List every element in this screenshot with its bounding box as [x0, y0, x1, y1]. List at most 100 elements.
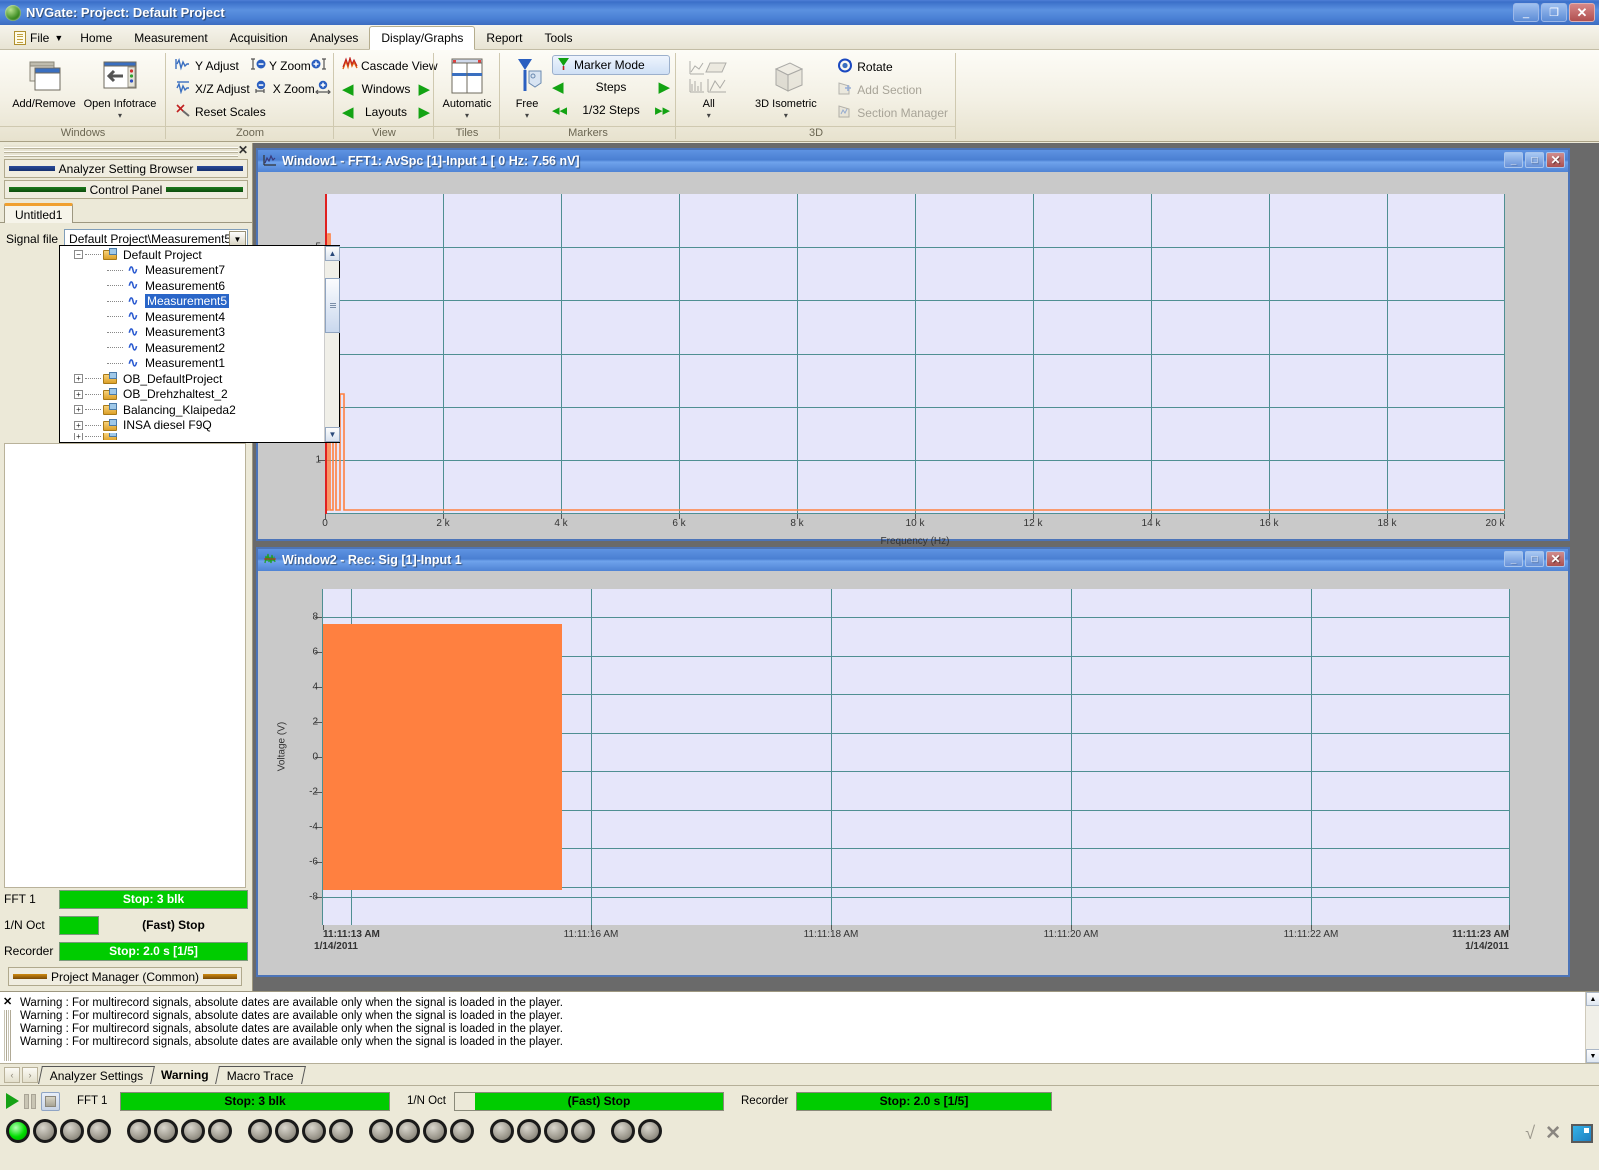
menu-item-file[interactable]: File ▼ — [8, 27, 69, 49]
fft-plot-area[interactable]: 5 1 0 2 k 4 k 6 k 8 k 10 k 12 k 14 k 16 … — [315, 194, 1505, 529]
expand-icon[interactable]: + — [74, 374, 83, 384]
xz-adjust-button[interactable]: X/Z Adjust — [172, 77, 252, 100]
close-button[interactable]: ✕ — [1569, 3, 1595, 22]
automatic-tiles-button[interactable]: Automatic ▾ — [440, 54, 494, 120]
output-scrollbar[interactable]: ▲ ▼ — [1585, 992, 1599, 1063]
zoom-out-icon[interactable] — [250, 57, 266, 74]
tree-node-balancing-klaipeda2[interactable]: + Balancing_Klaipeda2 — [60, 402, 324, 418]
scroll-thumb[interactable] — [325, 278, 340, 333]
play-icon[interactable] — [6, 1093, 19, 1109]
cascade-view-button[interactable]: Cascade View — [340, 54, 438, 77]
add-remove-button[interactable]: Add/Remove — [6, 54, 82, 110]
marker-mode-toggle[interactable]: Marker Mode — [552, 55, 670, 75]
window2-title-bar[interactable]: Window2 - Rec: Sig [1]-Input 1 _ □ ✕ — [258, 549, 1568, 571]
nav-left-icon[interactable]: ◀ — [342, 80, 354, 98]
tab-macro-trace[interactable]: Macro Trace — [215, 1065, 306, 1084]
step-right-icon[interactable]: ▶ — [658, 78, 670, 96]
window2-close-button[interactable]: ✕ — [1546, 551, 1565, 567]
channel-led[interactable] — [275, 1119, 299, 1143]
channel-led[interactable] — [248, 1119, 272, 1143]
channel-led[interactable] — [181, 1119, 205, 1143]
scroll-down-icon[interactable]: ▼ — [325, 427, 340, 442]
nav-right-icon[interactable]: ▶ — [418, 103, 430, 121]
tab-prev-button[interactable]: ‹ — [4, 1066, 20, 1083]
step-left-fast-icon[interactable]: ◂◂ — [552, 101, 567, 119]
menu-item-display-graphs[interactable]: Display/Graphs — [369, 26, 476, 50]
expand-icon[interactable]: + — [74, 433, 83, 440]
cancel-x-icon[interactable]: ✕ — [1545, 1122, 1561, 1145]
rotate-button[interactable]: Rotate — [834, 55, 950, 78]
y-zoom-control[interactable]: Y Zoom — [248, 54, 328, 77]
tab-warning[interactable]: Warning — [150, 1066, 219, 1084]
channel-led[interactable] — [87, 1119, 111, 1143]
channel-led[interactable] — [638, 1119, 662, 1143]
display-monitor-icon[interactable] — [1571, 1124, 1593, 1143]
tree-node-measurement6[interactable]: ∿ Measurement6 — [60, 278, 324, 294]
window1-minimize-button[interactable]: _ — [1504, 152, 1523, 168]
control-panel-button[interactable]: Control Panel — [4, 180, 248, 199]
scroll-down-icon[interactable]: ▼ — [1586, 1049, 1599, 1063]
add-section-button[interactable]: Add Section — [834, 78, 950, 101]
pause-icon[interactable] — [24, 1093, 36, 1109]
open-infotrace-button[interactable]: Open Infotrace ▾ — [82, 54, 158, 120]
scroll-up-icon[interactable]: ▲ — [1586, 992, 1599, 1006]
channel-led[interactable] — [571, 1119, 595, 1143]
chevron-down-icon[interactable]: ▾ — [707, 111, 711, 120]
tree-node-default-project[interactable]: − Default Project — [60, 247, 324, 263]
nav-right-icon[interactable]: ▶ — [418, 80, 430, 98]
y-adjust-button[interactable]: Y Adjust — [172, 54, 248, 77]
tree-node-measurement2[interactable]: ∿ Measurement2 — [60, 340, 324, 356]
recorder-plot-area[interactable]: 8 6 4 2 0 -2 -4 -6 -8 11:11:13 AM 11:11:… — [309, 589, 1510, 952]
marker-fine-steps-nav[interactable]: ◂◂ 1/32 Steps ▸▸ — [552, 98, 670, 121]
zoom-in-icon[interactable] — [311, 57, 327, 74]
output-close-icon[interactable]: ✕ — [3, 995, 12, 1008]
step-left-icon[interactable]: ◀ — [552, 78, 564, 96]
expand-icon[interactable]: + — [74, 389, 83, 399]
project-manager-button[interactable]: Project Manager (Common) — [8, 967, 242, 986]
channel-led[interactable] — [60, 1119, 84, 1143]
chevron-down-icon[interactable]: ▾ — [525, 111, 529, 120]
section-manager-button[interactable]: Section Manager — [834, 101, 950, 124]
windows-nav[interactable]: ◀ Windows ▶ — [340, 77, 432, 100]
tree-scrollbar[interactable]: ▲ ▼ — [324, 246, 340, 442]
x-zoom-control[interactable]: X Zoom — [252, 77, 332, 100]
tree-node-measurement3[interactable]: ∿ Measurement3 — [60, 325, 324, 341]
nav-left-icon[interactable]: ◀ — [342, 103, 354, 121]
tab-next-button[interactable]: › — [22, 1066, 38, 1083]
channel-led[interactable] — [450, 1119, 474, 1143]
channel-led[interactable] — [517, 1119, 541, 1143]
restore-button[interactable]: ❐ — [1541, 3, 1567, 22]
3d-isometric-button[interactable]: 3D Isometric ▾ — [748, 54, 825, 120]
channel-led[interactable] — [154, 1119, 178, 1143]
panel-drag-grip[interactable] — [4, 145, 238, 157]
tree-node-measurement7[interactable]: ∿ Measurement7 — [60, 263, 324, 279]
tree-node-insa-diesel-f9q[interactable]: + INSA diesel F9Q — [60, 418, 324, 434]
channel-led[interactable] — [611, 1119, 635, 1143]
window1-close-button[interactable]: ✕ — [1546, 152, 1565, 168]
window2-minimize-button[interactable]: _ — [1504, 551, 1523, 567]
minimize-button[interactable]: _ — [1513, 3, 1539, 22]
panel-close-icon[interactable]: ✕ — [238, 143, 248, 157]
ok-check-icon[interactable]: √ — [1525, 1123, 1535, 1144]
channel-led[interactable] — [33, 1119, 57, 1143]
all-graphs-button[interactable]: All ▾ — [682, 54, 736, 120]
chevron-down-icon[interactable]: ▾ — [465, 111, 469, 120]
menu-item-report[interactable]: Report — [475, 27, 533, 49]
scroll-up-icon[interactable]: ▲ — [325, 246, 340, 261]
tab-untitled1[interactable]: Untitled1 — [4, 203, 74, 223]
channel-led[interactable] — [396, 1119, 420, 1143]
free-marker-button[interactable]: Free ▾ — [506, 54, 548, 120]
expand-icon[interactable]: + — [74, 405, 83, 415]
menu-item-acquisition[interactable]: Acquisition — [219, 27, 299, 49]
layouts-nav[interactable]: ◀ Layouts ▶ — [340, 100, 432, 123]
tree-node-measurement4[interactable]: ∿ Measurement4 — [60, 309, 324, 325]
expand-icon[interactable]: + — [74, 420, 83, 430]
output-drag-grip[interactable] — [3, 1010, 11, 1061]
channel-led[interactable] — [6, 1119, 30, 1143]
channel-led[interactable] — [302, 1119, 326, 1143]
channel-led[interactable] — [369, 1119, 393, 1143]
window1-title-bar[interactable]: Window1 - FFT1: AvSpc [1]-Input 1 [ 0 Hz… — [258, 150, 1568, 172]
menu-item-home[interactable]: Home — [69, 27, 123, 49]
tree-node-partial[interactable]: + — [60, 433, 324, 440]
tree-node-measurement1[interactable]: ∿ Measurement1 — [60, 356, 324, 372]
